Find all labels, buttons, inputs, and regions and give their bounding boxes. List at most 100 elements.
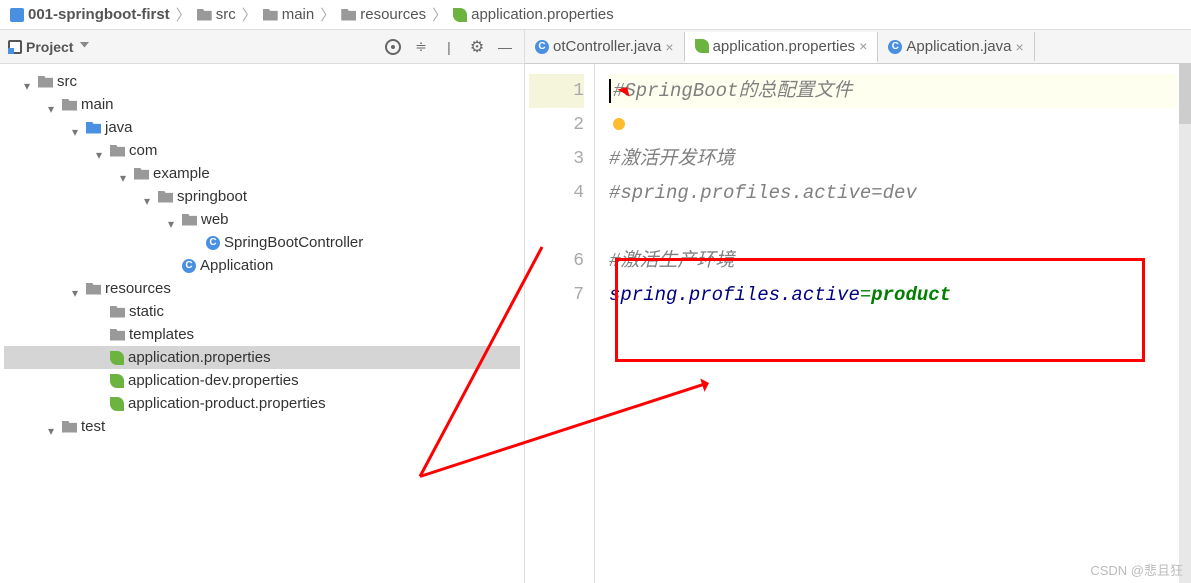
close-icon[interactable]: × bbox=[1015, 39, 1023, 55]
editor-tab[interactable]: application.properties × bbox=[685, 32, 879, 63]
tree-node-label: com bbox=[129, 142, 157, 159]
code-line[interactable]: #激活开发环境 bbox=[609, 142, 1177, 176]
bulb-icon[interactable] bbox=[613, 118, 625, 130]
folder-icon bbox=[38, 76, 53, 88]
tree-node[interactable]: resources bbox=[4, 277, 520, 300]
breadcrumb-label: resources bbox=[360, 6, 426, 23]
code-line[interactable]: #激活生产环境 bbox=[609, 244, 1177, 278]
tree-node[interactable]: application-dev.properties bbox=[4, 369, 520, 392]
gutter-line[interactable]: 4 bbox=[529, 176, 584, 210]
code-line[interactable]: spring.profiles.active=product bbox=[609, 278, 1177, 312]
tree-node-label: web bbox=[201, 211, 229, 228]
breadcrumb-item[interactable]: main bbox=[259, 4, 319, 25]
tree-arrow-icon[interactable] bbox=[144, 192, 154, 202]
tab-label: application.properties bbox=[713, 38, 856, 55]
watermark: CSDN @悲且狂 bbox=[1090, 560, 1183, 579]
vertical-scrollbar[interactable] bbox=[1179, 64, 1191, 583]
gutter-line[interactable]: 1 bbox=[529, 74, 584, 108]
settings-button[interactable]: ⚙ bbox=[466, 36, 488, 58]
tree-node[interactable]: web bbox=[4, 208, 520, 231]
tree-node[interactable]: application.properties bbox=[4, 346, 520, 369]
tree-node-label: Application bbox=[200, 257, 273, 274]
tree-arrow-icon[interactable] bbox=[48, 422, 58, 432]
tree-node[interactable]: example bbox=[4, 162, 520, 185]
close-icon[interactable]: × bbox=[859, 38, 867, 54]
spring-icon bbox=[453, 8, 467, 22]
tree-arrow-icon[interactable] bbox=[96, 376, 106, 386]
tree-node[interactable]: src bbox=[4, 70, 520, 93]
breadcrumb-item[interactable]: 001-springboot-first bbox=[6, 4, 174, 25]
tree-arrow-icon[interactable] bbox=[72, 284, 82, 294]
gutter-line[interactable]: 6 bbox=[529, 244, 584, 278]
folder-icon bbox=[158, 191, 173, 203]
tree-arrow-icon[interactable] bbox=[96, 353, 106, 363]
code-line[interactable]: #SpringBoot的总配置文件 bbox=[609, 74, 1177, 108]
folder-icon bbox=[110, 306, 125, 318]
editor-code[interactable]: #SpringBoot的总配置文件 #激活开发环境#spring.profiles… bbox=[595, 64, 1191, 583]
folder-icon bbox=[62, 421, 77, 433]
folder-blue-icon bbox=[86, 122, 101, 134]
folder-icon bbox=[134, 168, 149, 180]
tree-arrow-icon[interactable] bbox=[168, 215, 178, 225]
sidebar-title-label: Project bbox=[26, 39, 73, 55]
close-icon[interactable]: × bbox=[665, 39, 673, 55]
folder-icon bbox=[110, 329, 125, 341]
tree-arrow-icon[interactable] bbox=[96, 307, 106, 317]
folder-icon bbox=[62, 99, 77, 111]
breadcrumb-item[interactable]: resources bbox=[337, 4, 430, 25]
tree-arrow-icon[interactable] bbox=[168, 261, 178, 271]
code-line[interactable] bbox=[609, 108, 1177, 142]
editor-tab[interactable]: Application.java × bbox=[878, 32, 1034, 61]
code-line[interactable] bbox=[609, 210, 1177, 244]
gutter-line[interactable]: 7 bbox=[529, 278, 584, 312]
tree-arrow-icon[interactable] bbox=[96, 330, 106, 340]
tab-label: otController.java bbox=[553, 38, 661, 55]
tree-arrow-icon[interactable] bbox=[96, 146, 106, 156]
folder-icon bbox=[263, 9, 278, 21]
tree-arrow-icon[interactable] bbox=[120, 169, 130, 179]
sidebar-title[interactable]: Project bbox=[8, 39, 376, 55]
project-tree[interactable]: src main java com example springboot web… bbox=[0, 64, 524, 583]
tree-node-label: resources bbox=[105, 280, 171, 297]
tree-node[interactable]: main bbox=[4, 93, 520, 116]
tree-node-label: springboot bbox=[177, 188, 247, 205]
tree-node[interactable]: static bbox=[4, 300, 520, 323]
tree-node-label: application-product.properties bbox=[128, 395, 326, 412]
tree-node[interactable]: Application bbox=[4, 254, 520, 277]
tree-node[interactable]: java bbox=[4, 116, 520, 139]
breadcrumb-label: src bbox=[216, 6, 236, 23]
scroll-thumb[interactable] bbox=[1179, 64, 1191, 124]
tree-node[interactable]: templates bbox=[4, 323, 520, 346]
hide-button[interactable]: — bbox=[494, 36, 516, 58]
select-opened-file-button[interactable] bbox=[382, 36, 404, 58]
tree-arrow-icon[interactable] bbox=[24, 77, 34, 87]
tree-arrow-icon[interactable] bbox=[192, 238, 202, 248]
code-line[interactable]: #spring.profiles.active=dev bbox=[609, 176, 1177, 210]
tree-node[interactable]: com bbox=[4, 139, 520, 162]
sidebar-header: Project ≑ | ⚙ — bbox=[0, 30, 524, 64]
gutter-line[interactable]: 3 bbox=[529, 142, 584, 176]
tree-arrow-icon[interactable] bbox=[48, 100, 58, 110]
breadcrumb-item[interactable]: src bbox=[193, 4, 240, 25]
tree-arrow-icon[interactable] bbox=[96, 399, 106, 409]
leaf-icon bbox=[110, 374, 124, 388]
gutter-line[interactable]: 2 bbox=[529, 108, 584, 142]
tree-node[interactable]: test bbox=[4, 415, 520, 438]
chevron-right-icon: 〉 bbox=[320, 4, 335, 25]
gutter-line[interactable] bbox=[529, 210, 584, 244]
folder-icon bbox=[341, 9, 356, 21]
breadcrumb-label: main bbox=[282, 6, 315, 23]
tree-arrow-icon[interactable] bbox=[72, 123, 82, 133]
editor-tabs: otController.java × application.properti… bbox=[525, 30, 1191, 64]
folder-res-icon bbox=[86, 283, 101, 295]
tree-node[interactable]: application-product.properties bbox=[4, 392, 520, 415]
tree-node[interactable]: springboot bbox=[4, 185, 520, 208]
breadcrumb-item[interactable]: application.properties bbox=[449, 4, 618, 25]
editor-tab[interactable]: otController.java × bbox=[525, 32, 685, 61]
tree-node[interactable]: SpringBootController bbox=[4, 231, 520, 254]
editor-body: 1234 67 #SpringBoot的总配置文件 #激活开发环境#spring.p… bbox=[525, 64, 1191, 583]
class-c-icon bbox=[535, 40, 549, 54]
minus-icon: — bbox=[498, 39, 512, 55]
expand-all-button[interactable]: ≑ bbox=[410, 36, 432, 58]
code-token-comment: #SpringBoot的总配置文件 bbox=[613, 80, 852, 102]
